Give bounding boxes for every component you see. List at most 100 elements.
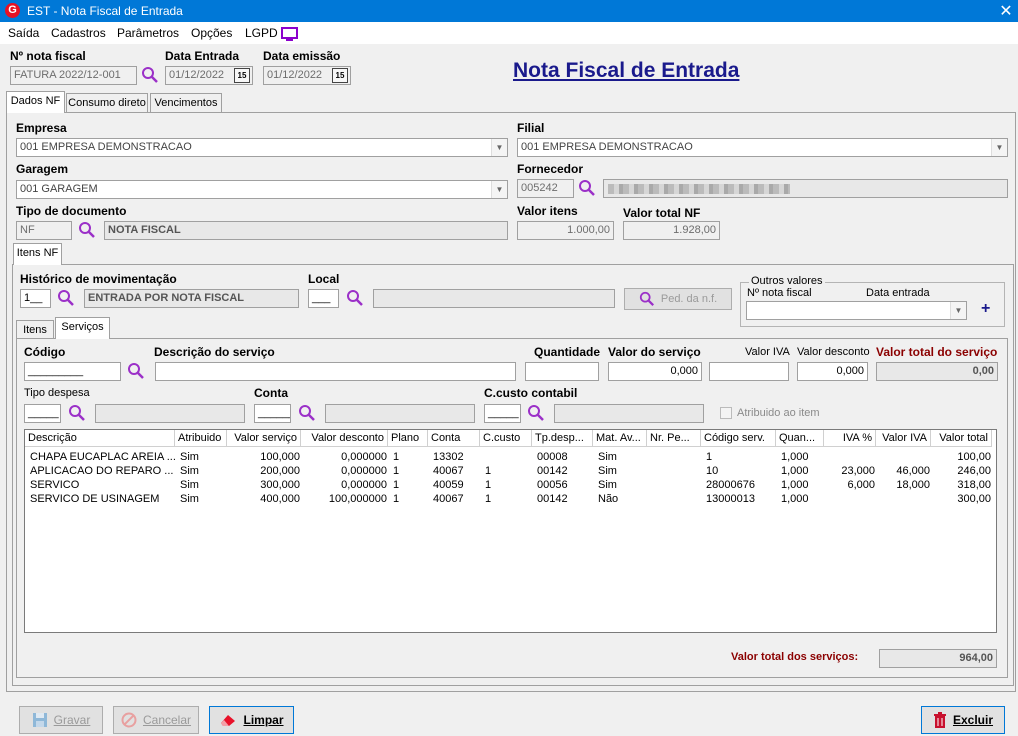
tipo-documento-label: Tipo de documento — [16, 204, 127, 218]
col-header[interactable]: Valor serviço — [227, 430, 301, 447]
fornecedor-name-input — [603, 179, 1008, 198]
col-header[interactable]: Conta — [428, 430, 480, 447]
fornecedor-code-input[interactable]: 005242 — [517, 179, 574, 198]
table-cell: 246,00 — [957, 465, 991, 477]
table-cell: SERVICO — [30, 479, 80, 491]
table-cell: 18,000 — [896, 479, 930, 491]
valor-desconto-input[interactable]: 0,000 — [797, 362, 868, 381]
table-cell — [878, 492, 933, 506]
monitor-icon[interactable] — [281, 27, 299, 41]
search-icon[interactable] — [527, 404, 545, 422]
garagem-select[interactable]: 001 GARAGEM ▼ — [16, 180, 508, 199]
col-header[interactable]: Descrição — [25, 430, 175, 447]
quantidade-input[interactable] — [525, 362, 599, 381]
cancelar-label: Cancelar — [142, 713, 192, 727]
col-header[interactable]: Valor total — [931, 430, 992, 447]
tipo-despesa-desc — [95, 404, 245, 423]
col-header[interactable]: Valor desconto — [301, 430, 388, 447]
empresa-select[interactable]: 001 EMPRESA DEMONSTRACAO ▼ — [16, 138, 508, 157]
codigo-input[interactable]: _________ — [24, 362, 121, 381]
tab-vencimentos[interactable]: Vencimentos — [150, 93, 222, 113]
servicos-grid[interactable]: Descrição Atribuido Valor serviço Valor … — [24, 429, 997, 633]
conta-label: Conta — [254, 386, 288, 400]
table-cell: Sim — [180, 479, 199, 491]
gravar-button[interactable]: Gravar — [19, 706, 103, 734]
app-logo-icon: G — [5, 3, 20, 18]
outros-valores-select[interactable]: ▼ — [746, 301, 967, 320]
menu-parametros[interactable]: Parâmetros — [117, 26, 179, 40]
cancelar-button[interactable]: Cancelar — [113, 706, 199, 734]
chevron-down-icon[interactable]: ▼ — [991, 139, 1007, 156]
search-icon[interactable] — [346, 289, 364, 307]
col-header[interactable]: Atribuido — [175, 430, 227, 447]
search-icon[interactable] — [578, 179, 596, 197]
tab-itens-nf[interactable]: Itens NF — [13, 243, 62, 265]
table-cell: Sim — [180, 465, 199, 477]
search-icon[interactable] — [68, 404, 86, 422]
atribuido-checkbox[interactable] — [720, 407, 732, 419]
table-cell: 00142 — [537, 493, 568, 505]
col-header[interactable]: Tp.desp... — [532, 430, 593, 447]
menu-lgpd[interactable]: LGPD — [245, 26, 278, 40]
menu-opcoes[interactable]: Opções — [191, 26, 232, 40]
table-cell: 300,000 — [260, 479, 300, 491]
search-icon — [639, 291, 654, 307]
tipo-documento-code[interactable]: NF — [16, 221, 72, 240]
excluir-button[interactable]: Excluir — [921, 706, 1005, 734]
col-header[interactable]: IVA % — [824, 430, 876, 447]
nota-fiscal-input[interactable]: FATURA 2022/12-001 — [10, 66, 137, 85]
search-icon[interactable] — [78, 221, 96, 239]
add-icon[interactable]: + — [981, 300, 990, 318]
table-cell — [826, 450, 878, 464]
filial-select[interactable]: 001 EMPRESA DEMONSTRACAO ▼ — [517, 138, 1008, 157]
col-header[interactable]: Plano — [388, 430, 428, 447]
valor-servico-input[interactable]: 0,000 — [608, 362, 702, 381]
local-desc — [373, 289, 615, 308]
table-cell: 00008 — [537, 451, 568, 463]
search-icon[interactable] — [127, 362, 145, 380]
chevron-down-icon[interactable]: ▼ — [491, 181, 507, 198]
limpar-button[interactable]: Limpar — [209, 706, 294, 734]
valor-iva-label: Valor IVA — [745, 346, 790, 358]
chevron-down-icon[interactable]: ▼ — [950, 302, 966, 319]
valor-iva-input[interactable] — [709, 362, 789, 381]
valor-total-nf-label: Valor total NF — [623, 206, 701, 220]
gravar-label: Gravar — [53, 713, 91, 727]
col-header[interactable]: Mat. Av... — [593, 430, 647, 447]
tab-dados-nf[interactable]: Dados NF — [6, 91, 65, 113]
search-icon[interactable] — [57, 289, 75, 307]
calendar-icon[interactable]: 15 — [234, 68, 250, 83]
menu-saida[interactable]: Saída — [8, 26, 39, 40]
table-cell: Sim — [180, 451, 199, 463]
col-header[interactable]: Nr. Pe... — [647, 430, 701, 447]
search-icon[interactable] — [298, 404, 316, 422]
fornecedor-label: Fornecedor — [517, 162, 584, 176]
table-cell: 318,00 — [957, 479, 991, 491]
save-icon — [32, 713, 47, 727]
tipo-despesa-input[interactable]: _____ — [24, 404, 61, 423]
valor-total-nf-input: 1.928,00 — [623, 221, 720, 240]
menu-cadastros[interactable]: Cadastros — [51, 26, 106, 40]
table-cell: APLICACAO DO REPARO ... — [30, 465, 174, 477]
descricao-servico-input[interactable] — [155, 362, 516, 381]
chevron-down-icon[interactable]: ▼ — [491, 139, 507, 156]
col-header[interactable]: Valor IVA — [876, 430, 931, 447]
close-icon[interactable]: ✕ — [996, 1, 1016, 21]
historico-code-input[interactable]: 1__ — [20, 289, 51, 308]
search-icon[interactable] — [141, 66, 159, 84]
tab-servicos[interactable]: Serviços — [55, 317, 110, 339]
atribuido-label: Atribuido ao item — [737, 407, 820, 419]
col-header[interactable]: Código serv. — [701, 430, 776, 447]
tab-consumo-direto[interactable]: Consumo direto — [66, 93, 148, 113]
calendar-icon[interactable]: 15 — [332, 68, 348, 83]
conta-input[interactable]: ______ — [254, 404, 291, 423]
local-code-input[interactable]: ___ — [308, 289, 339, 308]
table-cell: 200,000 — [260, 465, 300, 477]
table-cell — [826, 492, 878, 506]
table-cell: 00142 — [537, 465, 568, 477]
ccusto-input[interactable]: _____ — [484, 404, 521, 423]
tab-itens[interactable]: Itens — [16, 320, 54, 340]
col-header[interactable]: C.custo — [480, 430, 532, 447]
col-header[interactable]: Quan... — [776, 430, 824, 447]
ped-nf-button[interactable]: Ped. da n.f. — [624, 288, 732, 310]
